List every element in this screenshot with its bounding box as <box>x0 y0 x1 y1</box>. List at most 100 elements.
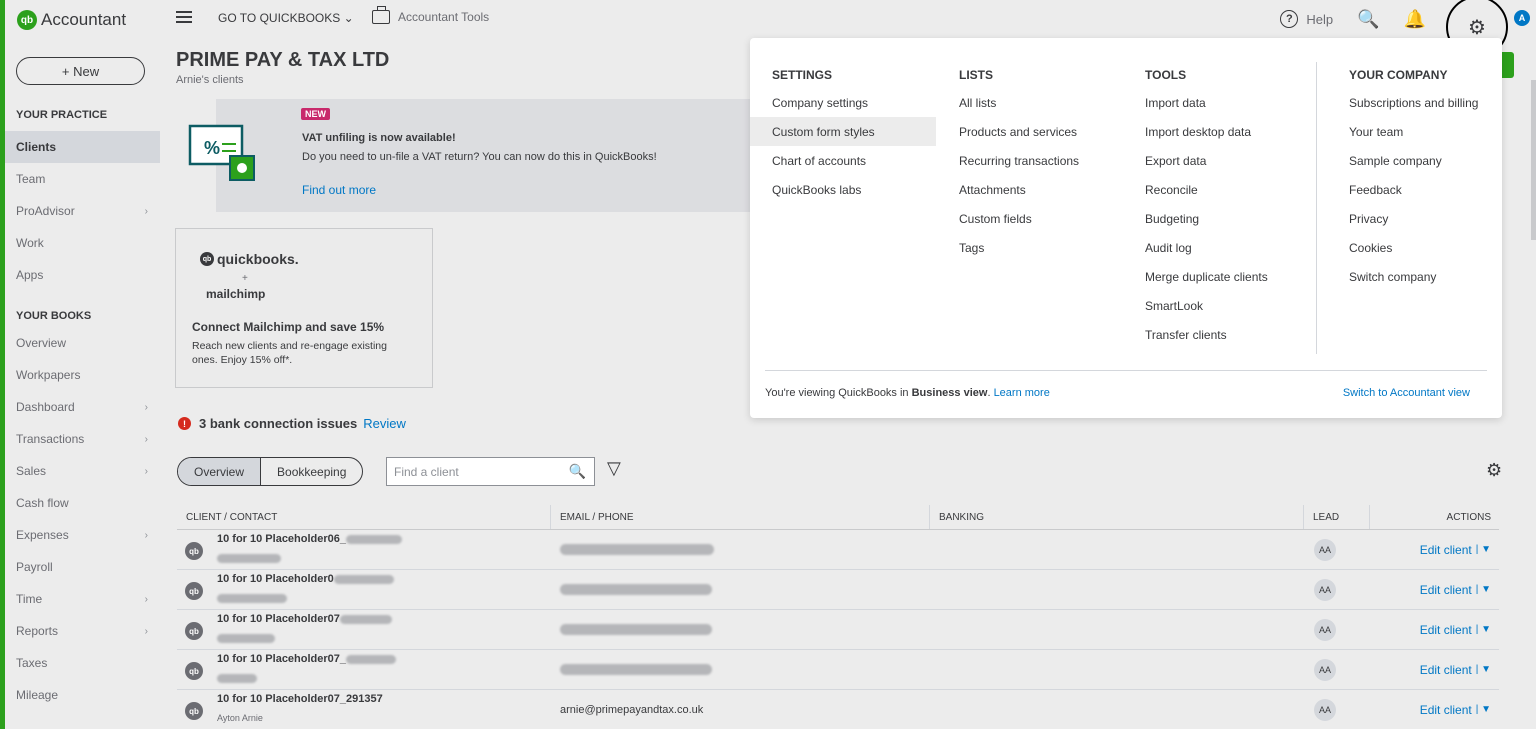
bank-issue-text: 3 bank connection issues <box>199 416 358 431</box>
search-icon[interactable]: 🔍 <box>1357 9 1379 30</box>
table-settings-gear-icon[interactable]: ⚙ <box>1486 460 1502 481</box>
tab-overview[interactable]: Overview <box>178 458 262 485</box>
sidebar-item-reports[interactable]: Reports › <box>5 615 160 647</box>
col-header-email[interactable]: EMAIL / PHONE <box>551 505 930 529</box>
sidebar-item-dashboard[interactable]: Dashboard › <box>5 391 160 423</box>
edit-client-button[interactable]: Edit client | ▼ <box>1370 650 1499 689</box>
menu-item-smartlook[interactable]: SmartLook <box>1123 291 1313 320</box>
table-header: CLIENT / CONTACT EMAIL / PHONE BANKING L… <box>177 505 1499 530</box>
menu-item-products-services[interactable]: Products and services <box>937 117 1123 146</box>
menu-item-export-data[interactable]: Export data <box>1123 146 1313 175</box>
menu-item-chart-of-accounts[interactable]: Chart of accounts <box>750 146 936 175</box>
find-client-input[interactable]: Find a client 🔍 <box>386 457 595 486</box>
tab-bookkeeping[interactable]: Bookkeeping <box>261 458 362 485</box>
learn-more-link[interactable]: Learn more <box>994 387 1050 399</box>
menu-item-reconcile[interactable]: Reconcile <box>1123 175 1313 204</box>
switch-to-accountant-view-link[interactable]: Switch to Accountant view <box>1343 387 1470 399</box>
caret-down-icon[interactable]: | ▼ <box>1476 624 1491 635</box>
sidebar-item-mileage[interactable]: Mileage <box>5 679 160 711</box>
menu-item-quickbooks-labs[interactable]: QuickBooks labs <box>750 175 936 204</box>
edit-client-button[interactable]: Edit client | ▼ <box>1370 570 1499 609</box>
redacted-text <box>339 614 392 624</box>
search-icon[interactable]: 🔍 <box>569 463 586 480</box>
filter-icon[interactable]: ▽ <box>607 458 621 479</box>
menu-item-budgeting[interactable]: Budgeting <box>1123 204 1313 233</box>
client-name[interactable]: 10 for 10 Placeholder07_ <box>217 653 397 665</box>
redacted-text <box>560 544 714 555</box>
sidebar-item-work[interactable]: Work <box>5 227 160 259</box>
chevron-right-icon: › <box>144 625 148 637</box>
sidebar-item-overview[interactable]: Overview <box>5 327 160 359</box>
chevron-right-icon: › <box>144 593 148 605</box>
table-row[interactable]: qb 10 for 10 Placeholder07_ AA Edit clie… <box>177 650 1499 690</box>
table-row[interactable]: qb 10 for 10 Placeholder0 AA Edit client… <box>177 570 1499 610</box>
caret-down-icon[interactable]: | ▼ <box>1476 664 1491 675</box>
col-header-banking[interactable]: BANKING <box>930 505 1304 529</box>
client-name[interactable]: 10 for 10 Placeholder06_ <box>217 533 403 545</box>
client-name[interactable]: 10 for 10 Placeholder07 <box>217 613 392 625</box>
sidebar-item-time[interactable]: Time › <box>5 583 160 615</box>
your-company-heading: YOUR COMPANY <box>1349 68 1448 82</box>
menu-item-audit-log[interactable]: Audit log <box>1123 233 1313 262</box>
client-name[interactable]: 10 for 10 Placeholder0 <box>217 573 394 585</box>
menu-item-transfer-clients[interactable]: Transfer clients <box>1123 320 1313 349</box>
new-button[interactable]: + New <box>16 57 145 85</box>
sidebar-item-workpapers[interactable]: Workpapers <box>5 359 160 391</box>
menu-item-import-desktop-data[interactable]: Import desktop data <box>1123 117 1313 146</box>
help-button[interactable]: ? Help <box>1280 10 1333 28</box>
brand[interactable]: qb Accountant <box>5 0 160 40</box>
menu-item-cookies[interactable]: Cookies <box>1327 233 1502 262</box>
sidebar-item-team[interactable]: Team <box>5 163 160 195</box>
sidebar-item-expenses[interactable]: Expenses › <box>5 519 160 551</box>
menu-item-all-lists[interactable]: All lists <box>937 88 1123 117</box>
table-row[interactable]: qb 10 for 10 Placeholder06_ AA Edit clie… <box>177 530 1499 570</box>
caret-down-icon[interactable]: | ▼ <box>1476 544 1491 555</box>
table-row[interactable]: qb 10 for 10 Placeholder07_291357 Ayton … <box>177 690 1499 729</box>
edit-client-button[interactable]: Edit client | ▼ <box>1370 690 1499 729</box>
sidebar-item-proadvisor[interactable]: ProAdvisor › <box>5 195 160 227</box>
promo-title: Connect Mailchimp and save 15% <box>192 320 385 334</box>
client-name[interactable]: 10 for 10 Placeholder07_291357 <box>217 693 383 705</box>
sidebar-item-payroll[interactable]: Payroll <box>5 551 160 583</box>
bell-icon[interactable]: 🔔 <box>1404 9 1426 30</box>
sidebar-item-clients[interactable]: Clients <box>5 131 160 163</box>
mailchimp-promo-card[interactable]: qb quickbooks. + mailchimp Connect Mailc… <box>175 228 433 388</box>
find-out-more-link[interactable]: Find out more <box>302 183 376 197</box>
menu-item-tags[interactable]: Tags <box>937 233 1123 262</box>
menu-item-recurring-transactions[interactable]: Recurring transactions <box>937 146 1123 175</box>
review-link[interactable]: Review <box>363 416 406 431</box>
col-header-lead[interactable]: LEAD <box>1304 505 1370 529</box>
scrollbar[interactable] <box>1531 80 1536 240</box>
goto-quickbooks-menu[interactable]: GO TO QUICKBOOKS ⌄ <box>218 11 354 25</box>
table-row[interactable]: qb 10 for 10 Placeholder07 AA Edit clien… <box>177 610 1499 650</box>
menu-item-attachments[interactable]: Attachments <box>937 175 1123 204</box>
green-button-edge[interactable] <box>1502 52 1514 78</box>
sidebar-item-apps[interactable]: Apps <box>5 259 160 291</box>
sidebar-item-transactions[interactable]: Transactions › <box>5 423 160 455</box>
col-header-client[interactable]: CLIENT / CONTACT <box>177 505 551 529</box>
menu-item-switch-company[interactable]: Switch company <box>1327 262 1502 291</box>
menu-item-custom-fields[interactable]: Custom fields <box>937 204 1123 233</box>
edit-client-button[interactable]: Edit client | ▼ <box>1370 610 1499 649</box>
menu-item-merge-duplicate-clients[interactable]: Merge duplicate clients <box>1123 262 1313 291</box>
menu-item-custom-form-styles[interactable]: Custom form styles <box>750 117 936 146</box>
menu-item-privacy[interactable]: Privacy <box>1327 204 1502 233</box>
menu-item-subscriptions-billing[interactable]: Subscriptions and billing <box>1327 88 1502 117</box>
menu-item-feedback[interactable]: Feedback <box>1327 175 1502 204</box>
client-contact: Ayton Arnie <box>217 713 263 723</box>
caret-down-icon[interactable]: | ▼ <box>1476 704 1491 715</box>
menu-item-company-settings[interactable]: Company settings <box>750 88 936 117</box>
sidebar-item-taxes[interactable]: Taxes <box>5 647 160 679</box>
mailchimp-logo: mailchimp <box>206 287 266 301</box>
clients-table: CLIENT / CONTACT EMAIL / PHONE BANKING L… <box>177 505 1499 729</box>
edit-client-button[interactable]: Edit client | ▼ <box>1370 530 1499 569</box>
sidebar-item-cash-flow[interactable]: Cash flow <box>5 487 160 519</box>
sidebar-item-sales[interactable]: Sales › <box>5 455 160 487</box>
menu-item-sample-company[interactable]: Sample company <box>1327 146 1502 175</box>
avatar[interactable]: A <box>1514 10 1530 26</box>
accountant-tools-button[interactable]: Accountant Tools <box>372 6 489 24</box>
hamburger-menu-icon[interactable] <box>176 11 192 23</box>
menu-item-import-data[interactable]: Import data <box>1123 88 1313 117</box>
menu-item-your-team[interactable]: Your team <box>1327 117 1502 146</box>
caret-down-icon[interactable]: | ▼ <box>1476 584 1491 595</box>
